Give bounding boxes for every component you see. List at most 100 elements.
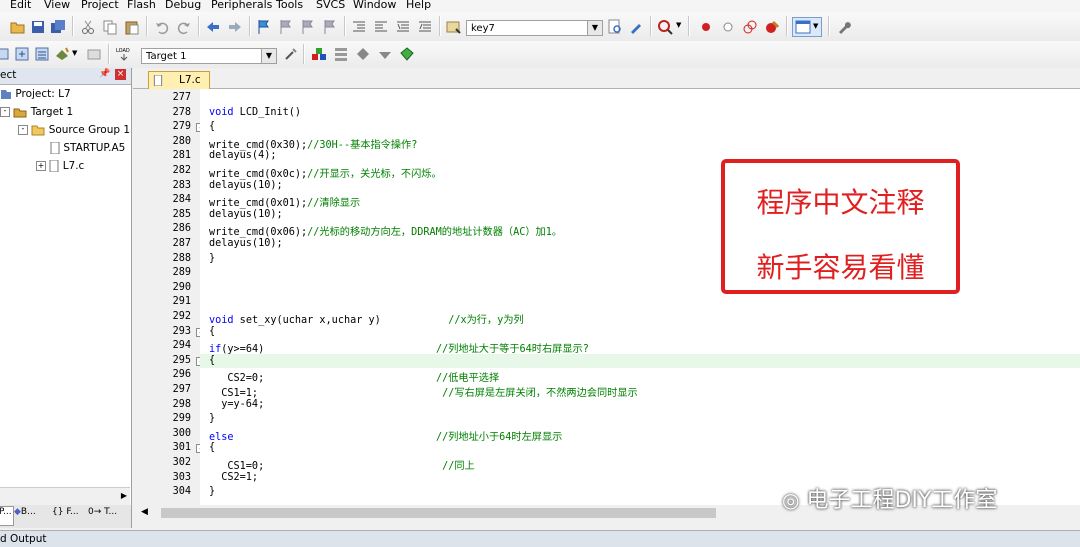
menu-help[interactable]: Help — [406, 0, 431, 11]
scroll-right-icon[interactable]: ▶ — [121, 491, 127, 500]
rebuild-icon[interactable] — [34, 46, 50, 62]
comment-icon[interactable] — [395, 19, 411, 35]
tree-item-target[interactable]: - Target 1 — [0, 106, 73, 118]
code-line: CS1=1; //写右屏是左屏关闭，不然两边会同时显示 — [209, 384, 637, 399]
code-text: } — [209, 413, 216, 425]
chevron-down-icon[interactable]: ▼ — [261, 49, 276, 63]
debug-session-icon[interactable] — [657, 19, 673, 35]
find-icon[interactable] — [607, 19, 623, 35]
nav-forward-icon[interactable] — [227, 19, 243, 35]
open-folder-icon[interactable] — [10, 19, 26, 35]
cut-icon[interactable] — [80, 19, 96, 35]
chevron-down-icon[interactable]: ▼ — [676, 21, 681, 29]
code-comment: //列地址小于64时左屏显示 — [435, 431, 563, 443]
file-icon — [49, 159, 59, 173]
line-number: 300 — [172, 427, 191, 439]
prev-bookmark-icon[interactable] — [278, 19, 294, 35]
separator — [439, 16, 441, 36]
scroll-thumb[interactable] — [161, 508, 716, 518]
kill-breakpoints-icon[interactable] — [764, 19, 780, 35]
tab-templates[interactable]: 0→ T... — [88, 507, 128, 523]
chevron-down-icon[interactable]: ▼ — [587, 21, 602, 35]
separator — [249, 16, 251, 36]
undo-icon[interactable] — [154, 19, 170, 35]
line-number: 284 — [172, 194, 191, 206]
separator — [72, 16, 74, 36]
menu-project[interactable]: Project — [81, 0, 119, 11]
target-combo[interactable]: Target 1 ▼ — [141, 48, 277, 64]
build-output-bar[interactable]: d Output — [0, 530, 1080, 547]
batch-build-icon[interactable] — [54, 46, 70, 62]
window-layout-button[interactable]: ▼ — [792, 17, 822, 37]
code-text: write_cmd(0x06); — [209, 227, 308, 239]
code-line: } — [209, 253, 215, 264]
chevron-down-icon[interactable]: ▼ — [72, 49, 77, 57]
unindent-icon[interactable] — [373, 19, 389, 35]
menu-flash[interactable]: Flash — [127, 0, 156, 11]
code-line: CS2=0; //低电平选择 — [209, 369, 499, 384]
redo-icon[interactable] — [176, 19, 192, 35]
code-line: write_cmd(0x01);//清除显示 — [209, 194, 360, 209]
copy-icon[interactable] — [102, 19, 118, 35]
separator — [828, 16, 830, 36]
stop-build-icon[interactable] — [86, 46, 102, 62]
tab-project[interactable]: P... — [0, 506, 14, 526]
incremental-find-icon[interactable] — [628, 19, 644, 35]
menu-tools[interactable]: Tools — [276, 0, 303, 11]
line-number: 292 — [172, 311, 191, 322]
bookmark-icon[interactable] — [256, 19, 272, 35]
manage-components-icon[interactable] — [311, 46, 327, 62]
tree-item-l7c-file[interactable]: + L7.c — [36, 159, 84, 173]
panel-hscrollbar[interactable]: ▶ — [0, 487, 130, 505]
menu-view[interactable]: View — [44, 0, 70, 11]
wrench-icon[interactable] — [836, 19, 852, 35]
code-editor[interactable]: void LCD_Init() {write_cmd(0x30);//30H--基… — [200, 89, 1080, 505]
tab-functions[interactable]: {} F... — [52, 507, 86, 523]
menu-svcs[interactable]: SVCS — [316, 0, 345, 11]
tab-books[interactable]: ◆B... — [14, 507, 48, 523]
download-load-icon[interactable]: LOAD — [116, 46, 132, 62]
collapse-icon[interactable]: - — [18, 125, 28, 135]
code-text: CS1=1; — [209, 388, 443, 399]
translate-icon[interactable] — [0, 46, 10, 62]
scroll-left-icon[interactable]: ◀ — [141, 507, 148, 517]
close-icon[interactable]: × — [115, 69, 126, 80]
file-extensions-icon[interactable] — [333, 46, 349, 62]
indent-icon[interactable] — [351, 19, 367, 35]
find-combo[interactable]: key7 ▼ — [466, 20, 603, 36]
menu-window[interactable]: Window — [353, 0, 396, 11]
clear-bookmarks-icon[interactable] — [322, 19, 338, 35]
pin-icon[interactable]: 📌 — [99, 69, 110, 79]
tree-item-startup-file[interactable]: STARTUP.A5 — [50, 141, 125, 155]
separator — [786, 16, 788, 36]
paste-icon[interactable] — [124, 19, 140, 35]
pack-installer-icon[interactable] — [355, 46, 371, 62]
select-pack-icon[interactable] — [377, 46, 393, 62]
uncomment-icon[interactable] — [417, 19, 433, 35]
save-all-icon[interactable] — [50, 19, 66, 35]
rte-icon[interactable] — [399, 46, 415, 62]
project-panel-header: ect 📌 × — [0, 68, 131, 85]
code-text: { — [209, 442, 216, 454]
code-text: CS2=0; — [209, 373, 436, 385]
menu-peripherals[interactable]: Peripherals — [211, 0, 272, 11]
wechat-icon: ◎ — [782, 488, 800, 512]
tree-item-source-group[interactable]: - Source Group 1 — [18, 124, 130, 136]
menu-edit[interactable]: Edit — [10, 0, 31, 11]
annotation-box: 程序中文注释 新手容易看懂 — [721, 159, 960, 294]
next-bookmark-icon[interactable] — [300, 19, 316, 35]
disable-breakpoint-icon[interactable] — [720, 19, 736, 35]
code-text: y=y-64; — [209, 398, 265, 410]
breakpoint-icon[interactable] — [698, 19, 714, 35]
save-icon[interactable] — [30, 19, 46, 35]
target-options-icon[interactable] — [283, 46, 299, 62]
editor-tab-l7c[interactable]: L7.c — [148, 71, 210, 89]
disable-all-breakpoints-icon[interactable] — [742, 19, 758, 35]
find-in-files-icon[interactable] — [446, 19, 462, 35]
build-icon[interactable] — [14, 46, 30, 62]
collapse-icon[interactable]: - — [0, 107, 10, 117]
menu-debug[interactable]: Debug — [165, 0, 201, 11]
expand-icon[interactable]: + — [36, 161, 46, 171]
tree-item-project[interactable]: Project: L7 — [0, 88, 71, 100]
nav-back-icon[interactable] — [205, 19, 221, 35]
